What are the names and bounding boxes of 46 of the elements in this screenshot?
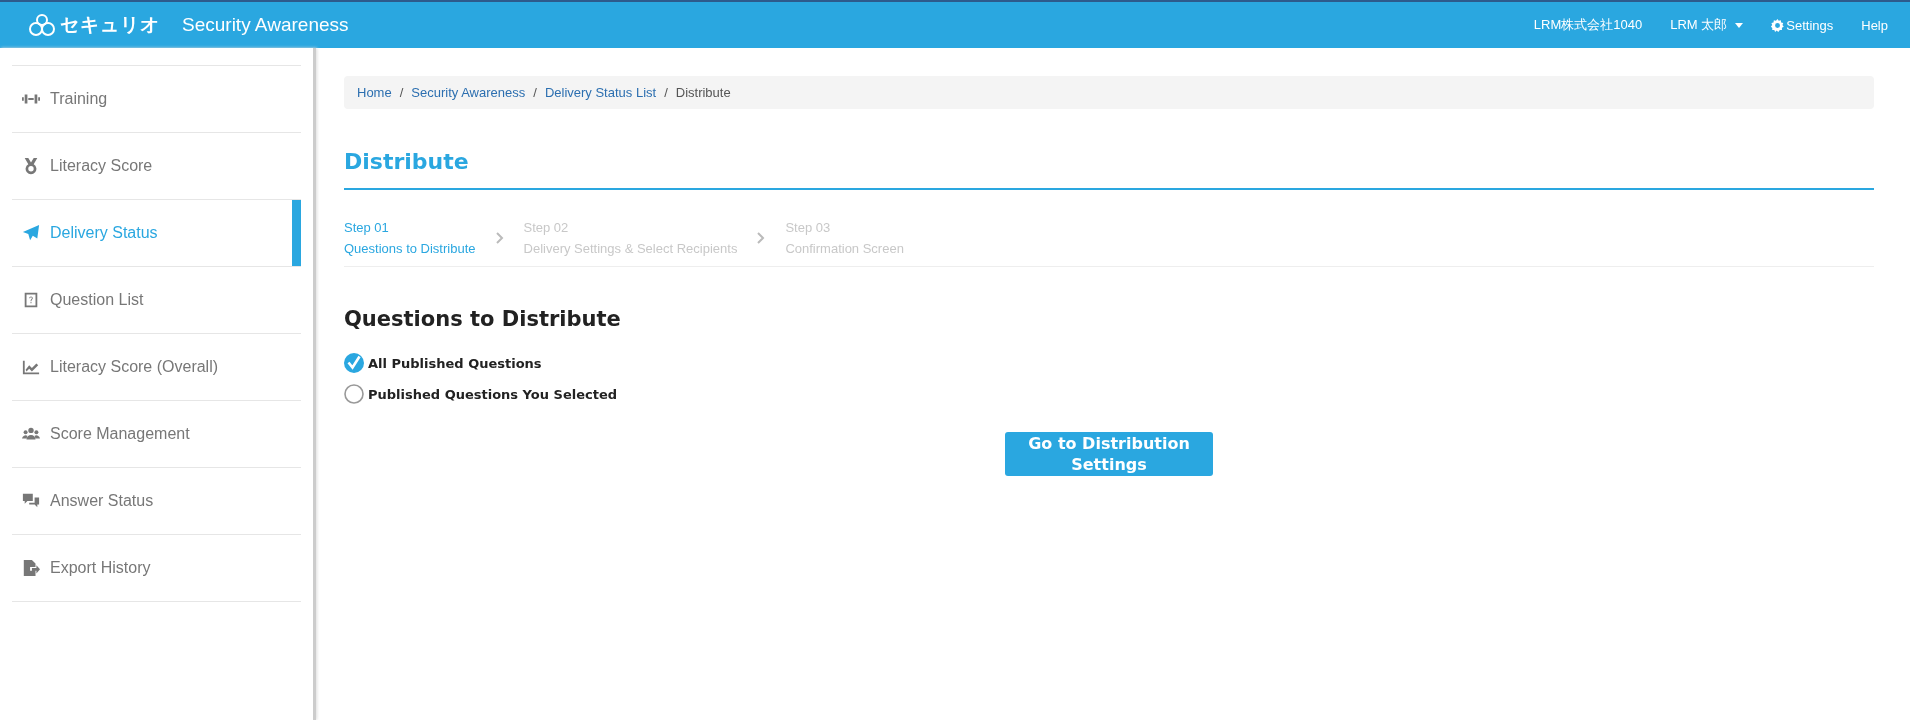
sidebar-item[interactable]: Answer Status xyxy=(12,468,301,535)
settings-icon xyxy=(1771,18,1785,32)
sidebar-item-label: Score Management xyxy=(50,425,190,443)
breadcrumb-link[interactable]: Delivery Status List xyxy=(544,85,657,100)
step-indicator: Step 01 Questions to Distribute xyxy=(344,220,476,256)
section-heading: Questions to Distribute xyxy=(344,307,622,331)
breadcrumb-current: Distribute xyxy=(675,85,731,100)
sidebar-item-label: Literacy Score (Overall) xyxy=(50,358,219,376)
sidebar-item-label: Export History xyxy=(50,559,151,577)
medal-icon xyxy=(22,157,40,175)
sidebar-item[interactable]: Training xyxy=(12,66,301,133)
sidebar-item[interactable]: Export History xyxy=(12,535,301,602)
radio-option[interactable]: Published Questions You Selected xyxy=(344,384,1874,404)
breadcrumb-separator: / xyxy=(664,85,668,100)
logo-text: セキュリオ xyxy=(60,12,160,37)
help-link[interactable]: Help xyxy=(1861,17,1888,33)
app-title: Security Awareness xyxy=(182,14,349,36)
sidebar-item-label: Delivery Status xyxy=(50,224,158,242)
sidebar-item-label: Question List xyxy=(50,291,144,309)
sidebar-item[interactable]: Score Management xyxy=(12,401,301,468)
page-title: Distribute xyxy=(344,149,1874,190)
user-menu[interactable]: LRM 太郎 xyxy=(1670,16,1744,34)
chevron-right-icon xyxy=(495,232,504,244)
question-box-icon xyxy=(22,291,40,309)
breadcrumb-link[interactable]: Security Awareness xyxy=(411,85,526,100)
breadcrumb-separator: / xyxy=(533,85,537,100)
settings-link[interactable]: Settings xyxy=(1771,17,1834,33)
company-link[interactable]: LRM株式会社1040 xyxy=(1533,16,1643,34)
sidebar-item[interactable]: Literacy Score xyxy=(12,133,301,200)
active-indicator xyxy=(292,200,301,266)
caret-down-icon xyxy=(1735,22,1744,28)
paper-plane-icon xyxy=(22,224,40,242)
sidebar-item-label: Literacy Score xyxy=(50,157,153,175)
breadcrumb-link[interactable]: Home xyxy=(357,85,392,100)
breadcrumb-separator: / xyxy=(399,85,404,100)
file-export-icon xyxy=(22,559,40,577)
faces-logo-icon xyxy=(28,13,56,37)
sidebar-item-label: Answer Status xyxy=(50,492,154,510)
sidebar-item[interactable]: Literacy Score (Overall) xyxy=(12,334,301,401)
next-button[interactable]: Go to Distribution Settings xyxy=(1005,432,1213,476)
line-chart-icon xyxy=(22,358,40,376)
radio-option[interactable]: All Published Questions xyxy=(344,353,1874,373)
chevron-right-icon xyxy=(757,232,766,244)
sidebar-item[interactable]: Delivery Status xyxy=(12,200,301,267)
sidebar-item[interactable]: Question List xyxy=(12,267,301,334)
sidebar-item-label: Training xyxy=(50,90,108,108)
